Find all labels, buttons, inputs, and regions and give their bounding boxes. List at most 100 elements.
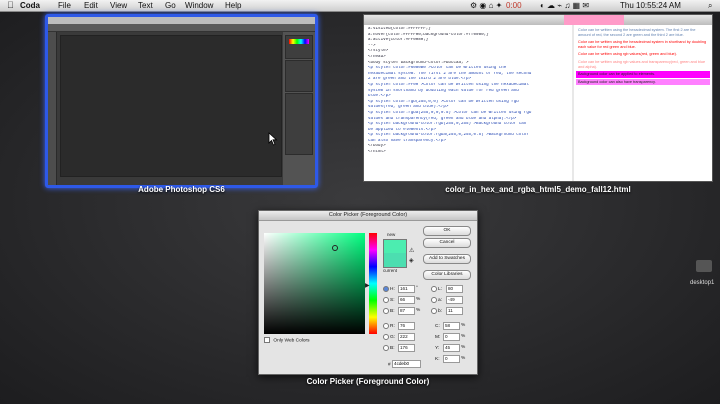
lab-a-label: a: (438, 298, 443, 304)
hsb-s-input[interactable]: 66 (398, 296, 415, 304)
cancel-button[interactable]: Cancel (423, 238, 471, 248)
menu-text[interactable]: Text (138, 0, 153, 11)
hsb-b-radio[interactable] (383, 308, 389, 314)
lab-b-label: b: (438, 309, 443, 315)
photoshop-options-bar (48, 24, 315, 32)
spotlight-icon[interactable]: ⌕ (708, 0, 712, 11)
cmyk-c-input[interactable]: 58 (443, 322, 460, 330)
cmyk-k-input[interactable]: 0 (443, 355, 460, 363)
hex-field-row: # 4cdeb0 (388, 360, 422, 368)
lab-l-input[interactable]: 80 (446, 285, 463, 293)
only-web-colors-row: Only Web Colors (264, 337, 310, 345)
color-picker-window-label: Color Picker (Foreground Color) (306, 377, 430, 386)
menu-clock[interactable]: Thu 10:55:24 AM (620, 0, 681, 11)
new-color-swatch (384, 240, 406, 253)
photoshop-window[interactable] (45, 14, 318, 188)
cmyk-m-input[interactable]: 0 (443, 333, 460, 341)
lab-b-radio[interactable] (431, 308, 437, 314)
hsb-s-unit: % (416, 297, 421, 302)
photoshop-toolbox[interactable] (48, 32, 57, 185)
coda-titlebar (364, 15, 712, 25)
color-libraries-button[interactable]: Color Libraries (423, 270, 471, 280)
rgb-g-radio[interactable] (383, 334, 389, 340)
photoshop-panels[interactable] (283, 32, 315, 185)
menu-edit[interactable]: Edit (84, 0, 98, 11)
hsb-b-label: B: (390, 309, 395, 315)
photoshop-canvas[interactable] (60, 35, 282, 177)
lab-a-row: a: -49 (431, 296, 463, 304)
rgb-b-radio[interactable] (383, 345, 389, 351)
status-icons[interactable]: ⚙ ◉ ⌂ ✦ (470, 0, 502, 11)
rgb-b-input[interactable]: 176 (398, 344, 415, 352)
lab-a-radio[interactable] (431, 297, 437, 303)
current-color-swatch[interactable] (384, 253, 406, 267)
rgb-g-row: G: 222 (383, 333, 415, 341)
cmyk-y-row: Y: 45% (435, 344, 465, 352)
color-field-marker[interactable] (332, 245, 338, 251)
rgb-b-label: B: (390, 346, 395, 352)
hsb-h-row: H: 161 ° (383, 285, 418, 293)
menu-extras-icons[interactable]: ◐ ☁ ⌁ ♫ ▦ ✉ (540, 0, 589, 11)
apple-icon[interactable]:  (7, 0, 14, 11)
rgb-r-radio[interactable] (383, 323, 389, 329)
desktop-items: desktop1 (690, 60, 720, 286)
ok-button[interactable]: OK (423, 226, 471, 236)
lab-b-input[interactable]: 11 (446, 307, 463, 315)
lab-a-input[interactable]: -49 (446, 296, 463, 304)
cmyk-c-unit: % (461, 323, 466, 328)
only-web-colors-checkbox[interactable] (264, 337, 270, 343)
hsb-h-radio[interactable] (383, 286, 389, 292)
hex-input[interactable]: 4cdeb0 (392, 360, 422, 368)
layers-panel[interactable] (285, 93, 313, 155)
lab-l-label: L: (438, 287, 443, 293)
preview-paragraph: Color can be written using the hexadecim… (578, 40, 707, 49)
menu-window[interactable]: Window (185, 0, 213, 11)
rgb-g-label: G: (390, 335, 396, 341)
color-field[interactable] (264, 233, 365, 334)
code-line[interactable]: </html> (368, 150, 568, 156)
coda-window[interactable]: a:visited{color:#FFFFFF;} a:hover{color:#… (363, 14, 713, 182)
cmyk-m-unit: % (461, 334, 466, 339)
color-picker-title: Color Picker (Foreground Color) (259, 211, 477, 221)
cmyk-y-unit: % (461, 345, 466, 350)
color-panel[interactable] (285, 35, 313, 59)
rgb-b-row: B: 176 (383, 344, 415, 352)
photoshop-titlebar (48, 17, 315, 24)
hue-slider-arrow-icon[interactable]: ▶ (365, 282, 370, 289)
code-editor[interactable]: a:visited{color:#FFFFFF;} a:hover{color:#… (364, 25, 572, 181)
adjustments-panel[interactable] (285, 60, 313, 92)
recording-timer: 0:00 (506, 1, 522, 10)
cmyk-y-label: Y: (435, 346, 440, 352)
cmyk-k-unit: % (461, 356, 466, 361)
hue-slider[interactable] (369, 233, 377, 334)
add-to-swatches-button[interactable]: Add to Swatches (423, 254, 471, 264)
color-swatch-preview (383, 239, 407, 268)
hsb-h-unit: ° (416, 286, 418, 291)
rgb-r-input[interactable]: 76 (398, 322, 415, 330)
rgb-g-input[interactable]: 222 (398, 333, 415, 341)
hex-label: # (388, 362, 391, 368)
coda-window-label: color_in_hex_and_rgba_html5_demo_fall12.… (445, 185, 631, 194)
menu-bar:  Coda File Edit View Text Go Window Hel… (0, 0, 720, 12)
menu-file[interactable]: File (58, 0, 71, 11)
cmyk-y-input[interactable]: 45 (443, 344, 460, 352)
hsb-b-input[interactable]: 87 (398, 307, 415, 315)
hsb-s-radio[interactable] (383, 297, 389, 303)
menu-view[interactable]: View (110, 0, 127, 11)
gamut-warning-icon[interactable]: ⚠ (409, 247, 414, 254)
only-web-colors-label: Only Web Colors (273, 338, 310, 344)
web-safe-cube-icon[interactable]: ◈ (409, 257, 414, 264)
hsb-h-label: H: (390, 287, 395, 293)
lab-l-radio[interactable] (431, 286, 437, 292)
hsb-s-label: S: (390, 298, 395, 304)
rgb-r-label: R: (390, 324, 395, 330)
cmyk-k-label: K: (435, 357, 440, 363)
menu-help[interactable]: Help (225, 0, 241, 11)
menu-go[interactable]: Go (165, 0, 176, 11)
cmyk-c-row: C: 58% (435, 322, 465, 330)
folder-icon[interactable] (696, 260, 712, 272)
menu-app-name[interactable]: Coda (20, 0, 40, 11)
color-picker-dialog[interactable]: Color Picker (Foreground Color) ▶ new cu… (258, 210, 478, 375)
cmyk-m-row: M: 0% (435, 333, 465, 341)
hsb-h-input[interactable]: 161 (398, 285, 415, 293)
